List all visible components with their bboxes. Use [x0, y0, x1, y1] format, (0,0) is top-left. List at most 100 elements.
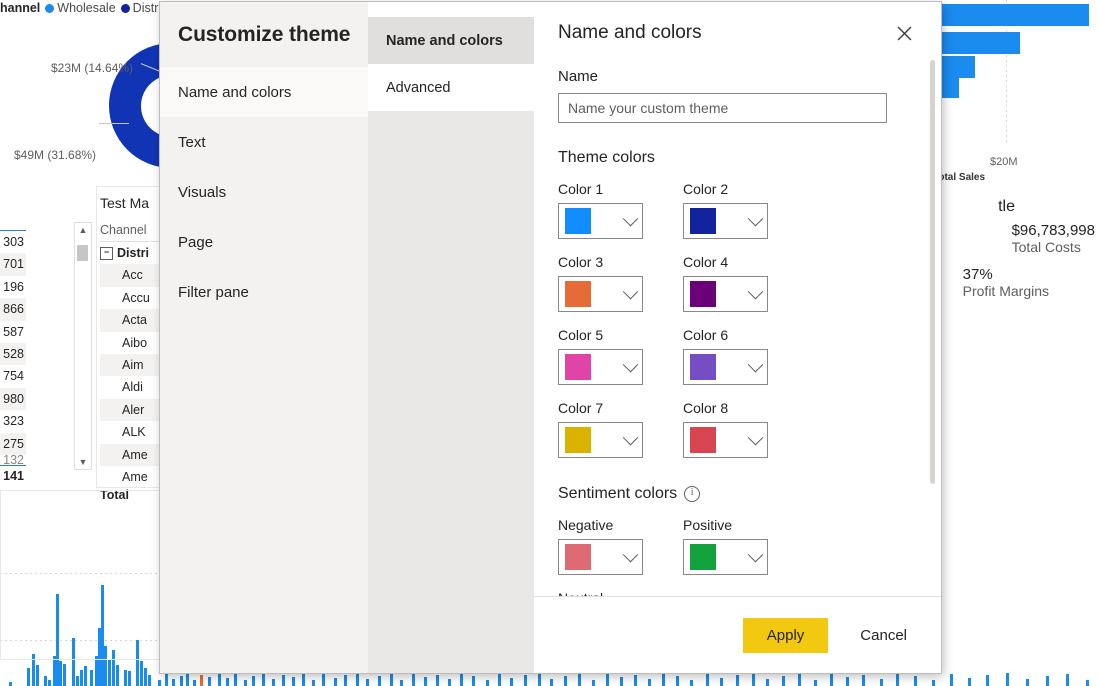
scrollbar-thumb[interactable]	[77, 245, 88, 261]
chevron-down-icon	[747, 546, 764, 562]
bar	[272, 679, 275, 686]
bar	[193, 680, 196, 686]
dialog-content-body: Name and colors Name Theme colors Color …	[534, 2, 941, 596]
bar	[510, 678, 513, 686]
color-swatch-negative	[565, 544, 591, 570]
color-picker-3[interactable]	[558, 276, 643, 312]
legend-swatch-distributor	[120, 3, 130, 13]
color-swatch-6	[690, 354, 716, 380]
chevron-down-icon	[747, 429, 764, 445]
bar	[366, 679, 369, 686]
color-label: Color 3	[558, 254, 604, 270]
legend-item-distributor[interactable]: Distr	[120, 1, 159, 15]
legend-label-distributor: Distr	[132, 1, 159, 15]
dialog-subnav: Name and colors Advanced	[368, 2, 534, 673]
sidebar-item-name-and-colors[interactable]: Name and colors	[160, 67, 368, 117]
color-picker-6[interactable]	[683, 349, 768, 385]
color-picker-positive[interactable]	[683, 539, 768, 575]
bar	[400, 680, 403, 686]
chevron-down-icon	[747, 283, 764, 299]
subnav-item-name-and-colors[interactable]: Name and colors	[368, 17, 534, 64]
bar	[766, 679, 769, 686]
bar	[186, 673, 189, 686]
kpi-total-costs[interactable]: $96,783,998 Total Costs	[1012, 222, 1095, 255]
color-swatch-7	[565, 427, 591, 453]
dialog-scrollbar[interactable]	[930, 60, 935, 484]
sidebar-item-filter-pane[interactable]: Filter pane	[160, 267, 368, 317]
table-row: 701	[0, 253, 26, 276]
bar	[968, 678, 971, 686]
sidebar-item-label: Page	[178, 233, 214, 251]
color-picker-8[interactable]	[683, 422, 768, 458]
bar	[262, 673, 265, 686]
sidebar-item-label: Name and colors	[178, 83, 292, 101]
bar	[334, 678, 337, 686]
bar	[606, 673, 609, 686]
subnav-item-advanced[interactable]: Advanced	[368, 64, 534, 111]
color-swatch-2	[690, 208, 716, 234]
kpi-card-title: tle	[998, 198, 1015, 215]
dialog-nav-list: Name and colors Text Visuals Page Filter…	[160, 67, 368, 317]
chevron-down-icon	[622, 429, 639, 445]
scroll-up-icon[interactable]: ▲	[75, 223, 91, 237]
sentiment-field-neutral: Neutral	[558, 590, 683, 596]
color-field-1: Color 1	[558, 181, 683, 239]
table-row: 132	[3, 454, 24, 465]
color-swatch-1	[565, 208, 591, 234]
matrix-scrollbar[interactable]: ▲ ▼	[74, 222, 92, 470]
color-picker-1[interactable]	[558, 203, 643, 239]
color-picker-2[interactable]	[683, 203, 768, 239]
table-row: 866	[0, 298, 26, 321]
donut-legend: hannel Wholesale Distr	[0, 1, 158, 15]
color-label: Color 7	[558, 400, 604, 416]
color-field-6: Color 6	[683, 327, 808, 385]
bar	[244, 680, 247, 686]
theme-colors-grid: Color 1 Color 2 Color 3 Color 4 Color 5 …	[558, 181, 917, 473]
total-sales-bar-chart[interactable]: $20M Total Sales	[929, 0, 1099, 183]
apply-button[interactable]: Apply	[742, 617, 829, 653]
theme-colors-label: Theme colors	[558, 149, 655, 166]
sentiment-field-positive: Positive	[683, 517, 808, 575]
table-row: 303	[3, 235, 24, 249]
theme-name-input[interactable]	[558, 93, 887, 123]
color-picker-5[interactable]	[558, 349, 643, 385]
bar	[676, 676, 679, 686]
scroll-down-icon[interactable]: ▼	[75, 455, 91, 469]
kpi-profit-margins[interactable]: 37% Profit Margins	[963, 266, 1049, 299]
sidebar-item-text[interactable]: Text	[160, 117, 368, 167]
bar	[937, 4, 1089, 26]
color-field-8: Color 8	[683, 400, 808, 458]
bar	[986, 675, 989, 686]
table-row: 754	[3, 369, 24, 384]
leader-line-2	[99, 123, 129, 124]
bar	[1086, 680, 1089, 686]
chevron-down-icon	[622, 546, 639, 562]
table-total-value: 141	[3, 468, 24, 483]
close-icon[interactable]	[891, 20, 917, 46]
legend-swatch-wholesale	[45, 3, 55, 13]
bar	[218, 673, 221, 686]
donut-label-2: $49M (31.68%)	[14, 148, 97, 162]
kpi-label: Total Costs	[1011, 239, 1081, 255]
bar	[648, 679, 651, 686]
info-icon[interactable]: i	[684, 486, 701, 502]
sidebar-item-page[interactable]: Page	[160, 217, 368, 267]
close-glyph	[897, 26, 911, 40]
cancel-button[interactable]: Cancel	[854, 626, 913, 645]
color-swatch-4	[690, 281, 716, 307]
bar	[914, 676, 917, 686]
color-picker-negative[interactable]	[558, 539, 643, 575]
bar	[782, 676, 785, 686]
color-picker-4[interactable]	[683, 276, 768, 312]
color-field-3: Color 3	[558, 254, 683, 312]
color-picker-7[interactable]	[558, 422, 643, 458]
bar	[312, 680, 315, 686]
bar	[932, 680, 935, 686]
sidebar-item-visuals[interactable]: Visuals	[160, 167, 368, 217]
bar	[448, 679, 451, 686]
legend-item-wholesale[interactable]: Wholesale	[45, 1, 116, 15]
bar	[180, 676, 183, 686]
bar	[662, 673, 665, 686]
bar	[846, 677, 849, 686]
table-row: 587	[3, 324, 24, 339]
